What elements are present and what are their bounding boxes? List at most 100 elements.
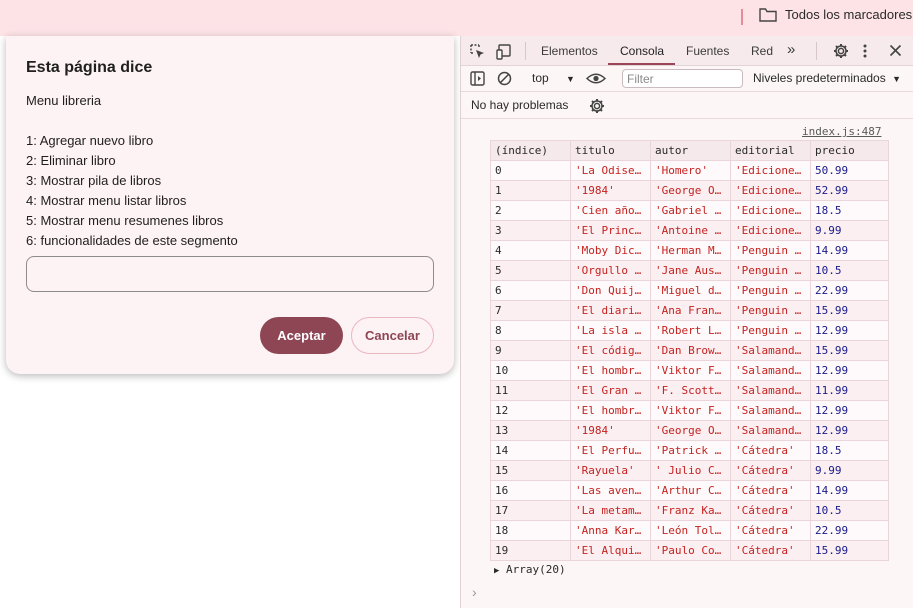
table-cell: 'Moby Dick' <box>570 240 651 261</box>
chevron-down-icon: ▼ <box>566 74 575 84</box>
table-cell: 'F. Scott Fitzgerald' <box>650 380 731 401</box>
table-cell: 0 <box>490 160 571 181</box>
filter-input[interactable]: Filter <box>622 69 743 88</box>
devtools-tabbar: Elementos Consola Fuentes Red » <box>461 36 913 66</box>
log-levels-select[interactable]: Niveles predeterminados ▼ <box>753 71 901 85</box>
table-cell: 14 <box>490 440 571 461</box>
message-line: 3: Mostrar pila de libros <box>26 173 162 188</box>
prompt-input[interactable] <box>26 256 434 292</box>
table-cell: 'George Orwell' <box>650 420 731 441</box>
gear-icon[interactable] <box>833 43 849 64</box>
page-content: Esta página dice Menu libreria 1: Agrega… <box>0 36 460 608</box>
inspect-element-icon[interactable] <box>470 44 486 65</box>
table-row: 3'El Principito''Antoine de Saint-Exupér… <box>490 220 889 241</box>
device-toolbar-icon[interactable] <box>496 44 514 65</box>
table-cell: 15.99 <box>810 340 889 361</box>
table-cell: 'El hombre en busca de sentido' <box>570 360 651 381</box>
source-link[interactable]: index.js:487 <box>802 125 881 138</box>
table-cell: 15.99 <box>810 540 889 561</box>
console-prompt[interactable]: › <box>472 584 477 600</box>
tab-sources[interactable]: Fuentes <box>686 44 729 58</box>
context-select[interactable]: top ▼ <box>532 71 575 85</box>
table-cell: 'Viktor Frankl' <box>650 400 731 421</box>
tab-console[interactable]: Consola <box>620 44 664 58</box>
table-cell: 'El Principito' <box>570 220 651 241</box>
table-cell: '1984' <box>570 180 651 201</box>
table-cell: 'La Odisea' <box>570 160 651 181</box>
table-cell: 1 <box>490 180 571 201</box>
table-cell: 'Antoine de Saint-Exupéry' <box>650 220 731 241</box>
table-cell: 'Homero' <box>650 160 731 181</box>
table-cell: 9.99 <box>810 220 889 241</box>
table-cell: 12.99 <box>810 360 889 381</box>
table-cell: 'La metamorfosis' <box>570 500 651 521</box>
console-table: (índice) titulo autor editorial precio 0… <box>490 140 889 561</box>
table-cell: 8 <box>490 320 571 341</box>
table-cell: 'Las aventuras de Sherlock Holmes' <box>570 480 651 501</box>
table-cell: 13 <box>490 420 571 441</box>
table-cell: 'Orgullo y prejuicio' <box>570 260 651 281</box>
table-row: 2'Cien años de soledad''Gabriel García M… <box>490 200 889 221</box>
table-cell: 'Cátedra' <box>730 460 811 481</box>
array-expander[interactable]: ▶ Array(20) <box>494 563 566 576</box>
table-cell: 11 <box>490 380 571 401</box>
clear-console-icon[interactable] <box>497 71 512 91</box>
table-cell: 11.99 <box>810 380 889 401</box>
triangle-right-icon: ▶ <box>494 566 500 576</box>
table-cell: 'Don Quijote' <box>570 280 651 301</box>
tab-elements[interactable]: Elementos <box>541 44 598 58</box>
table-cell: 'Salamandra' <box>730 380 811 401</box>
table-cell: 'El hombre en busca de sentido' <box>570 400 651 421</box>
tab-network[interactable]: Red <box>751 44 773 58</box>
eye-icon[interactable] <box>585 72 607 90</box>
more-options-icon[interactable] <box>862 43 868 64</box>
array-summary: Array(20) <box>506 563 566 576</box>
table-row: 1'1984''George Orwell''Ediciones Clásica… <box>490 180 889 201</box>
table-cell: 'El diario de Ana Frank' <box>570 300 651 321</box>
table-cell: 17 <box>490 500 571 521</box>
table-cell: 'La isla del tesoro' <box>570 320 651 341</box>
table-cell: 5 <box>490 260 571 281</box>
table-cell: '1984' <box>570 420 651 441</box>
table-row: 10'El hombre en busca de sentido''Viktor… <box>490 360 889 381</box>
table-cell: 'Ediciones Clásicas' <box>730 220 811 241</box>
accept-button[interactable]: Aceptar <box>260 317 343 354</box>
table-row: 12'El hombre en busca de sentido''Viktor… <box>490 400 889 421</box>
table-cell: 'Paulo Coelho' <box>650 540 731 561</box>
table-cell: 'Patrick Süskind' <box>650 440 731 461</box>
table-cell: 19 <box>490 540 571 561</box>
column-header[interactable]: precio <box>810 140 889 161</box>
table-cell: 'Robert L. Stevenson' <box>650 320 731 341</box>
column-header[interactable]: autor <box>650 140 731 161</box>
table-cell: 'Ediciones Clásicas' <box>730 160 811 181</box>
table-cell: 'Cátedra' <box>730 500 811 521</box>
bookmarks-bar: Todos los marcadores <box>0 0 913 36</box>
table-header-row: (índice) titulo autor editorial precio <box>490 140 889 161</box>
cancel-button[interactable]: Cancelar <box>351 317 434 354</box>
table-cell: 22.99 <box>810 520 889 541</box>
more-tabs-button[interactable]: » <box>787 41 795 58</box>
table-row: 5'Orgullo y prejuicio''Jane Austen''Peng… <box>490 260 889 281</box>
table-cell: 2 <box>490 200 571 221</box>
column-header[interactable]: editorial <box>730 140 811 161</box>
table-cell: 'Herman Melville' <box>650 240 731 261</box>
close-icon[interactable] <box>889 44 902 62</box>
table-row: 16'Las aventuras de Sherlock Holmes''Art… <box>490 480 889 501</box>
column-header[interactable]: titulo <box>570 140 651 161</box>
table-cell: 'Ediciones Clásicas' <box>730 200 811 221</box>
table-cell: 3 <box>490 220 571 241</box>
issues-bar: No hay problemas <box>461 92 913 119</box>
table-cell: 'Miguel de Cervantes' <box>650 280 731 301</box>
table-cell: 7 <box>490 300 571 321</box>
table-cell: 'León Tolstói' <box>650 520 731 541</box>
table-cell: 'Franz Kafka' <box>650 500 731 521</box>
sidebar-toggle-icon[interactable] <box>470 71 485 91</box>
column-header[interactable]: (índice) <box>490 140 571 161</box>
dialog-message: Menu libreria 1: Agregar nuevo libro 2: … <box>26 91 238 251</box>
table-cell: 'Jane Austen' <box>650 260 731 281</box>
message-line <box>26 111 238 131</box>
table-cell: 'Penguin Clásicos' <box>730 300 811 321</box>
all-bookmarks-button[interactable]: Todos los marcadores <box>759 7 912 22</box>
table-cell: 'Cátedra' <box>730 440 811 461</box>
gear-icon[interactable] <box>589 98 605 119</box>
